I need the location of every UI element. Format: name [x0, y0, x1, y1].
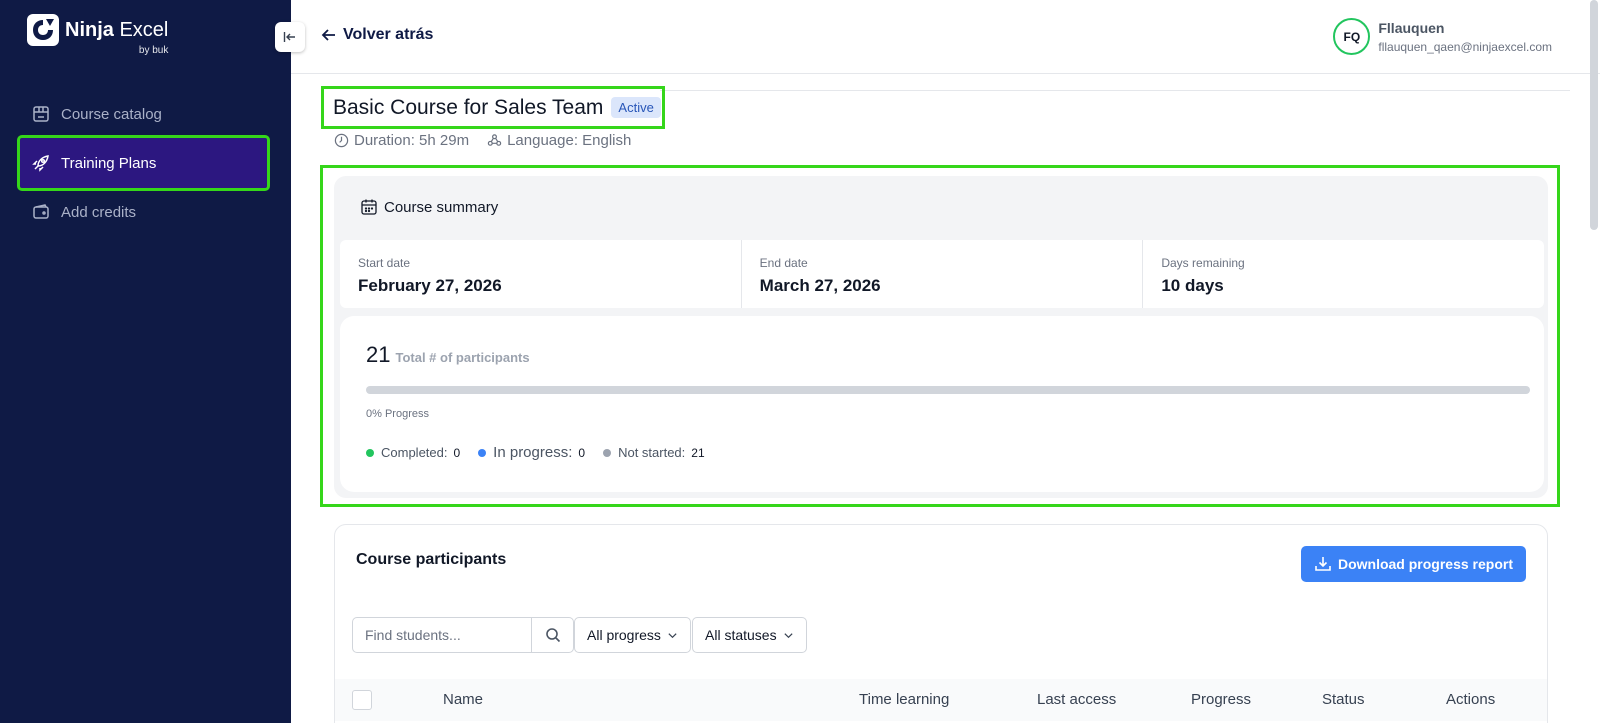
user-menu[interactable]: FQ Fllauquen fllauquen_qaen@ninjaexcel.c… [1333, 18, 1552, 55]
rocket-icon [31, 153, 51, 173]
start-date-value: February 27, 2026 [358, 276, 502, 295]
progress-legend: Completed: 0 In progress: 0 Not started:… [366, 444, 723, 461]
chevron-down-icon [668, 632, 677, 638]
brand-name: Ninja Excel [65, 19, 169, 41]
legend-completed: Completed: 0 [366, 445, 460, 460]
table-header: Name Time learning Last access Progress … [335, 679, 1547, 721]
start-date-label: Start date [358, 256, 411, 270]
search-input[interactable] [353, 618, 531, 652]
sidebar-item-label: Training Plans [61, 154, 157, 172]
legend-completed-label: Completed: [381, 445, 448, 460]
download-report-button[interactable]: Download progress report [1300, 546, 1526, 582]
days-remaining: Days remaining 10 days [1143, 240, 1544, 308]
total-participants-count: 21 [366, 342, 391, 367]
download-icon [1315, 557, 1331, 571]
language-icon [487, 134, 502, 146]
end-date-value: March 27, 2026 [759, 276, 881, 295]
sidebar-item-label: Course catalog [61, 105, 162, 123]
course-meta: Duration: 5h 29m Language: English [334, 132, 649, 149]
avatar: FQ [1333, 18, 1371, 55]
end-date-label: End date [759, 256, 808, 270]
days-remaining-value: 10 days [1161, 276, 1224, 295]
top-header: Volver atrás FQ Fllauquen fllauquen_qaen… [291, 0, 1600, 74]
progress-filter-select[interactable]: All progress [574, 617, 691, 653]
progress-card: 21 Total # of participants 0% Progress C… [340, 316, 1544, 492]
days-remaining-label: Days remaining [1161, 256, 1245, 270]
store-icon [31, 104, 51, 124]
search-button[interactable] [531, 618, 573, 652]
back-link-label: Volver atrás [343, 26, 434, 43]
arrow-left-icon [321, 29, 335, 41]
progress-filter-value: All progress [587, 627, 661, 643]
student-search [352, 617, 574, 653]
sidebar-item-add-credits[interactable]: Add credits [20, 190, 267, 234]
in-progress-dot-icon [478, 448, 487, 457]
sidebar: Ninja Excel by buk Course catalog Traini… [0, 0, 291, 723]
ninja-logo-icon [27, 14, 59, 46]
status-filter-select[interactable]: All statuses [692, 617, 807, 653]
user-email: fllauquen_qaen@ninjaexcel.com [1378, 39, 1552, 54]
calendar-icon [361, 199, 377, 215]
collapse-left-icon [283, 32, 295, 42]
language-info: Language: English [487, 132, 631, 149]
collapse-sidebar-button[interactable] [275, 22, 305, 52]
legend-in-progress-label: In progress: [493, 444, 573, 461]
sidebar-nav: Course catalog Training Plans Add credit… [17, 92, 270, 234]
summary-heading-text: Course summary [384, 198, 499, 216]
status-filter-value: All statuses [705, 627, 777, 643]
total-participants: 21 Total # of participants [366, 342, 530, 368]
status-badge: Active [611, 97, 661, 118]
legend-completed-count: 0 [453, 445, 461, 460]
date-row: Start date February 27, 2026 End date Ma… [340, 240, 1544, 308]
progress-label: 0% Progress [366, 408, 429, 420]
column-actions: Actions [1446, 691, 1496, 708]
course-summary-card: Course summary Start date February 27, 2… [334, 176, 1548, 498]
logo[interactable]: Ninja Excel by buk [27, 14, 168, 56]
select-all-checkbox[interactable] [352, 690, 372, 710]
duration-info: Duration: 5h 29m [334, 132, 469, 149]
legend-in-progress-count: 0 [578, 445, 586, 460]
legend-not-started: Not started: 21 [603, 445, 705, 460]
column-time-learning[interactable]: Time learning [859, 691, 949, 708]
download-report-label: Download progress report [1337, 556, 1513, 572]
sidebar-item-label: Add credits [61, 203, 137, 221]
language-text: Language: English [507, 132, 632, 149]
column-status[interactable]: Status [1322, 691, 1365, 708]
end-date: End date March 27, 2026 [742, 240, 1144, 308]
legend-not-started-label: Not started: [618, 445, 686, 460]
start-date: Start date February 27, 2026 [340, 240, 742, 308]
not-started-dot-icon [603, 448, 612, 457]
chevron-down-icon [784, 632, 793, 638]
participants-card: Course participants Download progress re… [334, 524, 1548, 723]
legend-in-progress: In progress: 0 [478, 444, 585, 461]
sidebar-item-training-plans[interactable]: Training Plans [17, 135, 270, 191]
duration-text: Duration: 5h 29m [354, 132, 470, 149]
completed-dot-icon [366, 448, 374, 457]
divider [660, 90, 1570, 91]
course-title-area: Basic Course for Sales Team Active [321, 86, 665, 129]
column-last-access[interactable]: Last access [1037, 691, 1116, 708]
progress-bar [366, 386, 1530, 394]
brand-byline: by buk [138, 45, 169, 56]
summary-heading: Course summary [360, 198, 498, 216]
clock-icon [334, 133, 349, 148]
page-title: Basic Course for Sales Team [333, 95, 604, 119]
search-icon [545, 628, 560, 643]
sidebar-item-course-catalog[interactable]: Course catalog [20, 92, 267, 136]
back-link[interactable]: Volver atrás [321, 26, 433, 44]
column-progress[interactable]: Progress [1191, 691, 1251, 708]
page-scrollbar[interactable] [1590, 0, 1598, 230]
user-name: Fllauquen [1378, 19, 1445, 36]
column-name[interactable]: Name [443, 691, 483, 708]
wallet-icon [31, 202, 51, 222]
participants-title: Course participants [356, 551, 507, 568]
total-participants-label: Total # of participants [395, 350, 530, 365]
legend-not-started-count: 21 [691, 445, 705, 460]
